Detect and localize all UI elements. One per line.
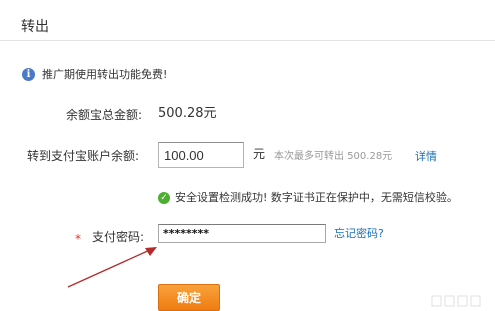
payment-password-label: 支付密码: — [92, 230, 145, 244]
balance-label: 余额宝总金额: — [66, 108, 143, 122]
page-title: 转出 — [21, 19, 49, 35]
transfer-amount-input[interactable] — [158, 142, 244, 168]
balance-value: 500.28元 — [158, 106, 217, 121]
payment-password-input[interactable]: ******** — [158, 224, 326, 243]
forgot-password-link[interactable]: 忘记密码? — [334, 227, 384, 240]
max-transfer-hint: 本次最多可转出 500.28元 — [274, 151, 392, 163]
security-check-status: ✓ 安全设置检测成功! 数字证书正在保护中，无需短信校验。 — [158, 191, 458, 204]
required-marker: * — [75, 232, 81, 246]
amount-unit: 元 — [253, 147, 266, 161]
info-icon: i — [22, 67, 35, 81]
watermark-logo — [431, 295, 481, 307]
max-transfer-prefix: 本次最多可转出 — [274, 151, 344, 162]
max-transfer-amount: 500.28元 — [347, 151, 393, 162]
check-circle-icon: ✓ — [158, 191, 170, 204]
promo-notice-text: 推广期使用转出功能免费! — [42, 67, 168, 81]
page-header: 转出 — [0, 0, 495, 41]
promo-notice: i 推广期使用转出功能免费! — [22, 66, 167, 82]
security-check-text: 安全设置检测成功! 数字证书正在保护中，无需短信校验。 — [175, 191, 458, 204]
confirm-button[interactable]: 确定 — [158, 284, 220, 311]
transfer-amount-label: 转到支付宝账户余额: — [27, 149, 140, 163]
details-link[interactable]: 详情 — [415, 150, 437, 163]
